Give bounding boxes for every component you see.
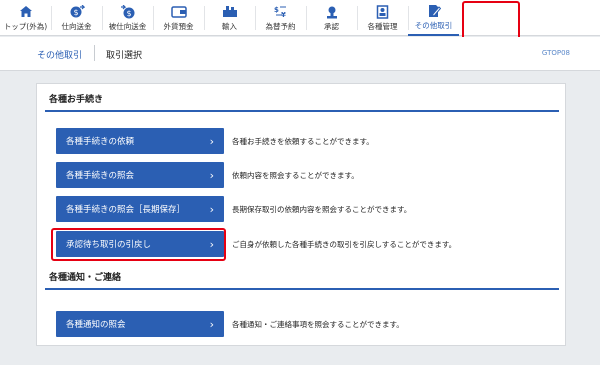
nav-fx-contract[interactable]: $ ¥ 為替予約: [255, 0, 306, 36]
nav-approval[interactable]: 承認: [306, 0, 357, 36]
chevron-right-icon: ›: [209, 237, 214, 251]
global-nav: トップ(外為) $ 仕向送金 $ 被仕向送金 外貨預金 輸入 $ ¥ 為替予約 承…: [0, 0, 600, 36]
outward-remittance-icon: $: [69, 4, 85, 19]
screen-id: GTOP08: [541, 49, 570, 57]
section-divider: [45, 110, 559, 112]
nav-label: 輸入: [222, 21, 237, 31]
svg-text:$: $: [274, 6, 279, 14]
nav-label: 被仕向送金: [108, 21, 147, 31]
nav-import[interactable]: 輸入: [204, 0, 255, 36]
nav-outward-remittance[interactable]: $ 仕向送金: [51, 0, 102, 36]
request-procedure-button[interactable]: 各種手続きの依頼 ›: [56, 128, 224, 154]
section-divider: [45, 288, 559, 290]
row-description: ご自身が依頼した各種手続きの取引を引戻しすることができます。: [232, 239, 457, 249]
menu-row: 各種手続きの照会［長期保存］ › 長期保存取引の依頼内容を照会することができます…: [56, 196, 411, 222]
inquire-notifications-button[interactable]: 各種通知の照会 ›: [56, 311, 224, 337]
button-label: 各種通知の照会: [66, 320, 126, 330]
import-icon: [222, 5, 238, 19]
other-transactions-icon: [427, 4, 441, 18]
nav-label: 仕向送金: [61, 21, 92, 31]
menu-row: 各種手続きの依頼 › 各種お手続きを依頼することができます。: [56, 128, 374, 154]
chevron-right-icon: ›: [209, 317, 214, 331]
chevron-right-icon: ›: [209, 202, 214, 216]
title-bar: その他取引 取引選択 GTOP08: [0, 37, 600, 71]
foreign-deposit-icon: [170, 5, 187, 19]
inward-remittance-icon: $: [120, 4, 136, 19]
menu-row: 各種手続きの照会 › 依頼内容を照会することができます。: [56, 162, 359, 188]
nav-other-transactions[interactable]: その他取引: [408, 0, 459, 36]
nav-top[interactable]: トップ(外為): [0, 0, 51, 36]
breadcrumb-divider: [94, 45, 95, 61]
row-description: 各種通知・ご連絡事項を照会することができます。: [232, 319, 404, 329]
home-icon: [19, 5, 33, 19]
nav-foreign-deposit[interactable]: 外貨預金: [153, 0, 204, 36]
approval-icon: [325, 5, 339, 19]
nav-label: 為替予約: [265, 21, 296, 31]
button-label: 各種手続きの照会［長期保存］: [66, 205, 186, 215]
nav-label: その他取引: [414, 20, 453, 30]
nav-label: トップ(外為): [3, 21, 48, 31]
button-label: 各種手続きの依頼: [66, 137, 135, 147]
nav-label: 承認: [324, 21, 339, 31]
button-label: 承認待ち取引の引戻し: [66, 240, 152, 250]
chevron-right-icon: ›: [209, 134, 214, 148]
menu-row: 承認待ち取引の引戻し › ご自身が依頼した各種手続きの取引を引戻しすることができ…: [56, 231, 456, 257]
nav-label: 外貨預金: [163, 21, 194, 31]
row-description: 長期保存取引の依頼内容を照会することができます。: [232, 204, 412, 214]
button-label: 各種手続きの照会: [66, 171, 135, 181]
menu-row: 各種通知の照会 › 各種通知・ご連絡事項を照会することができます。: [56, 311, 404, 337]
nav-label: 各種管理: [367, 21, 398, 31]
management-icon: [376, 4, 390, 19]
inquire-long-term-button[interactable]: 各種手続きの照会［長期保存］ ›: [56, 196, 224, 222]
fx-contract-icon: $ ¥: [273, 5, 289, 19]
withdraw-pending-button[interactable]: 承認待ち取引の引戻し ›: [56, 231, 224, 257]
svg-text:$: $: [73, 8, 78, 17]
breadcrumb-parent: その他取引: [37, 51, 83, 61]
nav-management[interactable]: 各種管理: [357, 0, 408, 36]
transaction-menu-card: 各種お手続き 各種手続きの依頼 › 各種お手続きを依頼することができます。 各種…: [36, 83, 566, 346]
row-description: 依頼内容を照会することができます。: [232, 170, 359, 180]
page-title: 取引選択: [106, 51, 143, 61]
svg-text:$: $: [126, 9, 131, 18]
chevron-right-icon: ›: [209, 168, 214, 182]
row-description: 各種お手続きを依頼することができます。: [232, 136, 374, 146]
inquire-procedure-button[interactable]: 各種手続きの照会 ›: [56, 162, 224, 188]
nav-inward-remittance[interactable]: $ 被仕向送金: [102, 0, 153, 36]
